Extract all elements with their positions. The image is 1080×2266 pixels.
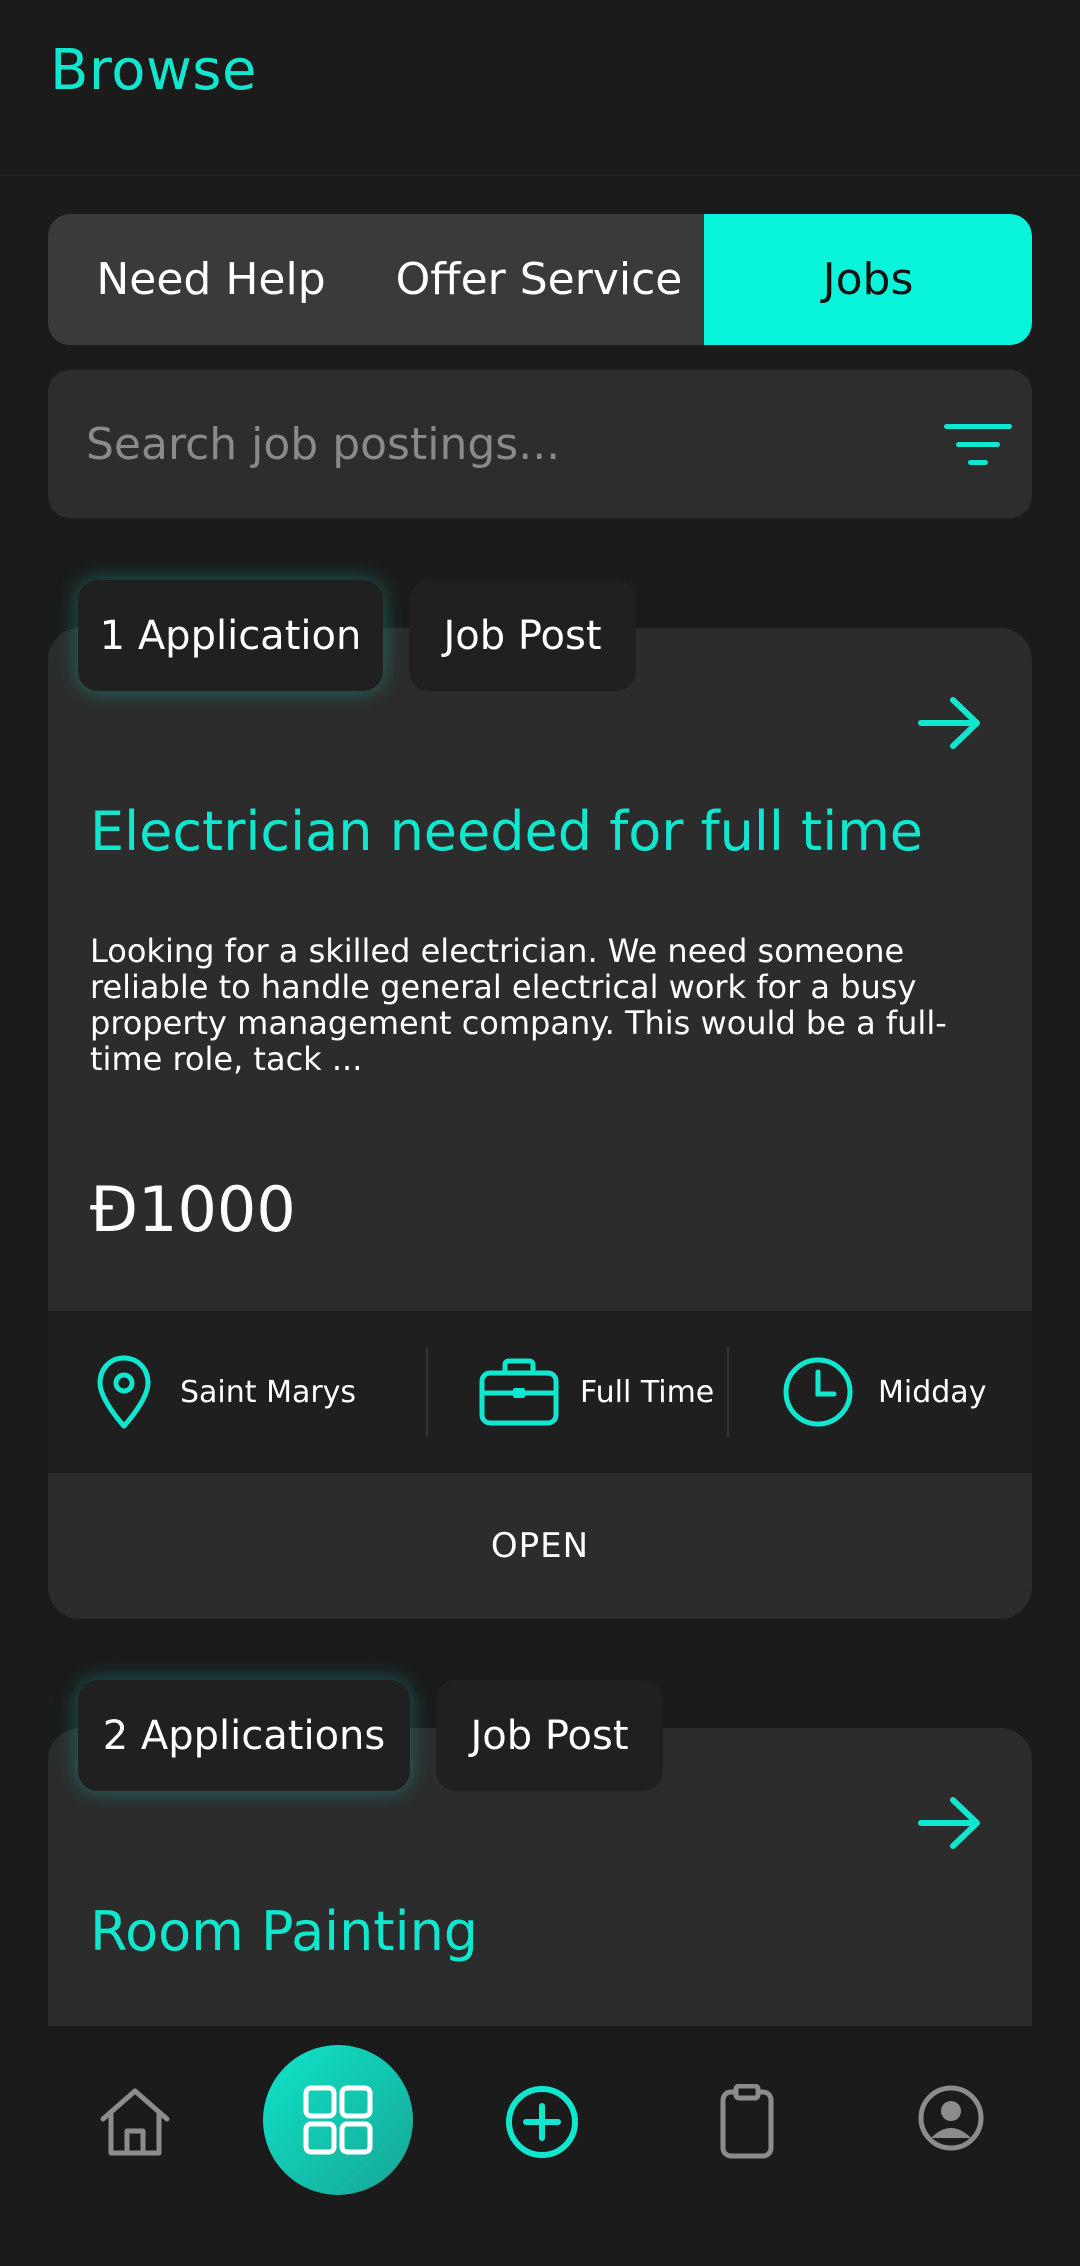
applications-badge: 1 Application	[78, 580, 383, 691]
applications-badge: 2 Applications	[78, 1680, 410, 1791]
job-info-bar: Saint Marys Full Time Midday	[48, 1311, 1032, 1473]
add-circle-icon	[506, 2086, 578, 2158]
job-post-tag: Job Post	[409, 580, 636, 691]
divider	[426, 1347, 428, 1437]
page-title: Browse	[50, 38, 257, 103]
job-post-tag: Job Post	[436, 1680, 663, 1791]
filter-icon[interactable]	[942, 422, 1014, 470]
job-type-label: Full Time	[580, 1374, 715, 1410]
browse-screen: Browse Need Help Offer Service Jobs Elec…	[0, 0, 1080, 2266]
clipboard-icon	[720, 2084, 774, 2159]
job-title: Electrician needed for full time	[90, 800, 924, 863]
nav-home[interactable]	[92, 2078, 178, 2164]
search-input[interactable]	[84, 408, 884, 480]
job-card[interactable]: Electrician needed for full time Looking…	[48, 628, 1032, 1619]
clock-icon	[783, 1357, 853, 1427]
nav-tasks[interactable]	[711, 2082, 783, 2162]
category-segmented-control: Need Help Offer Service Jobs	[48, 214, 1032, 345]
arrow-right-icon[interactable]	[915, 1788, 985, 1858]
briefcase-icon	[479, 1358, 559, 1426]
job-price: Đ1000	[90, 1173, 296, 1246]
job-type: Full Time	[478, 1311, 714, 1473]
job-description: Looking for a skilled electrician. We ne…	[90, 932, 947, 1078]
job-location: Saint Marys	[96, 1311, 356, 1473]
divider	[727, 1347, 729, 1437]
job-time: Midday	[782, 1311, 986, 1473]
profile-icon	[918, 2085, 984, 2151]
tab-jobs[interactable]: Jobs	[704, 214, 1032, 345]
job-status: OPEN	[490, 1526, 590, 1566]
tab-offer-service[interactable]: Offer Service	[374, 214, 704, 345]
header: Browse	[0, 0, 1080, 176]
location-pin-icon	[97, 1355, 151, 1429]
nav-browse[interactable]	[263, 2045, 413, 2195]
home-icon	[100, 2088, 170, 2156]
tab-need-help[interactable]: Need Help	[48, 214, 374, 345]
grid-icon	[303, 2085, 373, 2155]
nav-profile[interactable]	[915, 2082, 987, 2154]
bottom-navigation	[0, 2026, 1080, 2266]
arrow-right-icon[interactable]	[915, 688, 985, 758]
job-title: Room Painting	[90, 1900, 479, 1963]
job-time-label: Midday	[878, 1374, 987, 1410]
search-bar	[48, 370, 1032, 518]
job-location-label: Saint Marys	[180, 1374, 357, 1410]
nav-add[interactable]	[502, 2082, 582, 2162]
